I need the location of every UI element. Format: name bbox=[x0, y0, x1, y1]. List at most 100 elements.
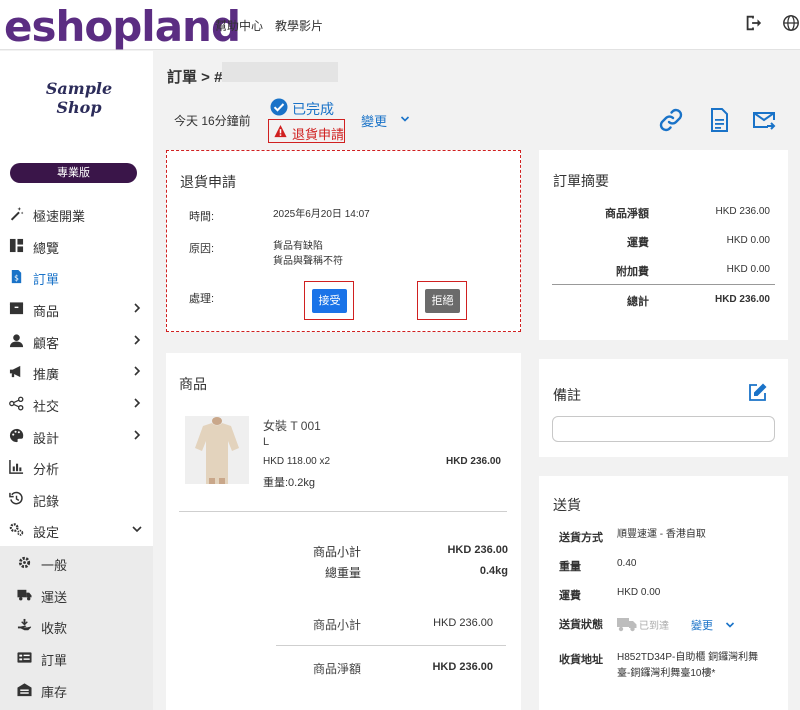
product-box-icon bbox=[9, 302, 24, 315]
redacted-order-number bbox=[222, 62, 338, 82]
product-variant: L bbox=[263, 436, 270, 448]
product-net-label: 商品淨額 bbox=[312, 662, 361, 676]
order-summary-title: 訂單摘要 bbox=[553, 173, 609, 189]
sidebar-subitem-general[interactable]: 一般 bbox=[0, 549, 153, 577]
summary-total-label: 總計 bbox=[627, 296, 649, 308]
shipping-method-value: 順豐速運 - 香港自取 bbox=[617, 529, 706, 540]
shipping-method-label: 送貨方式 bbox=[559, 532, 603, 544]
change-status-link[interactable]: 變更 bbox=[361, 111, 387, 130]
payment-hand-icon bbox=[17, 618, 32, 631]
product-subtotal2-label: 商品小計 bbox=[312, 618, 361, 632]
products-card: 商品 女裝 T 001 L HKD 118.00 x2 重量:0.2kg HKD… bbox=[166, 353, 521, 710]
sidebar-item-settings[interactable]: 設定 bbox=[0, 516, 153, 544]
share-icon bbox=[9, 396, 24, 411]
summary-net-value: HKD 236.00 bbox=[715, 206, 770, 217]
sidebar-item-overview[interactable]: 總覽 bbox=[0, 232, 153, 260]
shipping-status-change-link[interactable]: 變更 bbox=[691, 617, 713, 633]
summary-total-value: HKD 236.00 bbox=[714, 294, 770, 305]
chevron-down-icon[interactable] bbox=[725, 620, 735, 630]
accept-highlight: 接受 bbox=[304, 281, 354, 320]
sidebar-subitem-orders[interactable]: 訂單 bbox=[0, 644, 153, 672]
product-line-total: HKD 236.00 bbox=[445, 456, 501, 467]
sidebar-item-social[interactable]: 社交 bbox=[0, 390, 153, 418]
sidebar-item-orders[interactable]: $ 訂單 bbox=[0, 263, 153, 291]
sidebar-subitem-shipping[interactable]: 運送 bbox=[0, 581, 153, 609]
notes-input[interactable] bbox=[552, 416, 775, 442]
product-price-qty: HKD 118.00 x2 bbox=[263, 456, 331, 467]
divider bbox=[552, 284, 775, 285]
return-time-value: 2025年6月20日 14:07 bbox=[273, 209, 370, 220]
divider bbox=[276, 645, 506, 646]
breadcrumb: 訂單 > # bbox=[167, 69, 223, 86]
sidebar-subitem-payment[interactable]: 收款 bbox=[0, 612, 153, 640]
sidebar-subitem-inventory[interactable]: 庫存 bbox=[0, 676, 153, 704]
customer-icon bbox=[9, 334, 24, 348]
return-action-label: 處理: bbox=[189, 293, 215, 305]
shipping-card: 送貨 送貨方式 順豐速運 - 香港自取 重量 0.40 運費 HKD 0.00 … bbox=[539, 476, 788, 710]
return-reason-value: 貨品有缺陷 貨品與聲稱不符 bbox=[273, 241, 343, 267]
order-time-ago: 今天 16分鐘前 bbox=[174, 114, 251, 128]
product-image[interactable] bbox=[185, 416, 249, 484]
shipping-status-value: 已到達 bbox=[639, 621, 669, 632]
notes-title: 備註 bbox=[553, 387, 581, 403]
product-subtotal2-value: HKD 236.00 bbox=[433, 617, 493, 629]
return-request-card: 退貨申請 時間: 2025年6月20日 14:07 原因: 貨品有缺陷 貨品與聲… bbox=[166, 150, 521, 332]
sidebar-item-design[interactable]: 設計 bbox=[0, 422, 153, 450]
shipping-fee-value: HKD 0.00 bbox=[617, 587, 661, 598]
shipping-title: 送貨 bbox=[553, 497, 581, 513]
dashboard-icon bbox=[9, 238, 24, 253]
sidebar-item-quick-start[interactable]: 極速開業 bbox=[0, 200, 153, 228]
top-bar: eshopland 幫助中心 教學影片 bbox=[0, 0, 800, 51]
logout-icon[interactable] bbox=[744, 14, 762, 32]
sidebar-item-history[interactable]: 記錄 bbox=[0, 485, 153, 513]
chevron-down-icon[interactable] bbox=[400, 114, 410, 124]
shop-logo[interactable]: Sample Shop bbox=[34, 79, 124, 117]
shipping-fee-label: 運費 bbox=[559, 590, 581, 602]
sidebar-item-promotion[interactable]: 推廣 bbox=[0, 358, 153, 386]
shipping-address-value: H852TD34P-自助櫃 銅鑼灣利舞 臺-銅鑼灣利舞臺10樓* bbox=[617, 652, 759, 679]
products-title: 商品 bbox=[179, 376, 207, 392]
svg-text:$: $ bbox=[14, 273, 19, 282]
accept-return-button[interactable]: 接受 bbox=[312, 289, 347, 313]
divider bbox=[179, 511, 507, 512]
eshopland-logo[interactable]: eshopland bbox=[4, 2, 241, 51]
chevron-right-icon bbox=[134, 366, 141, 376]
send-email-icon[interactable] bbox=[751, 107, 777, 133]
chevron-right-icon bbox=[134, 398, 141, 408]
sidebar-item-analytics[interactable]: 分析 bbox=[0, 453, 153, 481]
truck-icon bbox=[617, 618, 637, 632]
invoice-document-icon[interactable] bbox=[706, 107, 732, 133]
history-icon bbox=[9, 491, 23, 505]
sidebar-item-customers[interactable]: 顧客 bbox=[0, 327, 153, 355]
link-icon[interactable] bbox=[658, 107, 684, 133]
shipping-address-label: 收貨地址 bbox=[559, 654, 603, 666]
palette-icon bbox=[9, 428, 24, 443]
reject-return-button[interactable]: 拒絕 bbox=[425, 289, 460, 313]
analytics-icon bbox=[9, 459, 24, 474]
summary-net-label: 商品淨額 bbox=[605, 208, 649, 220]
status-return-badge: 退貨申請 bbox=[268, 119, 345, 143]
return-reason-label: 原因: bbox=[189, 243, 215, 255]
settings-cogs-icon bbox=[9, 523, 24, 536]
sidebar-item-products[interactable]: 商品 bbox=[0, 295, 153, 323]
truck-icon bbox=[17, 589, 32, 601]
chevron-right-icon bbox=[134, 335, 141, 345]
help-center-link[interactable]: 幫助中心 bbox=[215, 17, 263, 34]
tutorial-videos-link[interactable]: 教學影片 bbox=[275, 17, 323, 34]
edit-icon[interactable] bbox=[748, 382, 768, 402]
product-name[interactable]: 女裝 T 001 bbox=[263, 417, 321, 434]
summary-shipping-value: HKD 0.00 bbox=[726, 235, 770, 246]
gear-icon bbox=[18, 556, 31, 569]
sidebar: Sample Shop 專業版 極速開業 總覽 $ 訂單 商品 顧客 推廣 社交… bbox=[0, 51, 153, 710]
chevron-right-icon bbox=[134, 430, 141, 440]
chevron-down-icon bbox=[132, 526, 142, 533]
summary-surcharge-label: 附加費 bbox=[616, 266, 649, 278]
summary-shipping-label: 運費 bbox=[627, 237, 649, 249]
tshirt-photo bbox=[185, 416, 249, 484]
order-card-icon bbox=[17, 652, 32, 663]
globe-icon[interactable] bbox=[782, 14, 800, 32]
reject-highlight: 拒絕 bbox=[417, 281, 467, 320]
warehouse-icon bbox=[17, 683, 32, 697]
order-summary-card: 訂單摘要 商品淨額 HKD 236.00 運費 HKD 0.00 附加費 HKD… bbox=[539, 150, 788, 340]
check-circle-icon bbox=[270, 98, 288, 116]
